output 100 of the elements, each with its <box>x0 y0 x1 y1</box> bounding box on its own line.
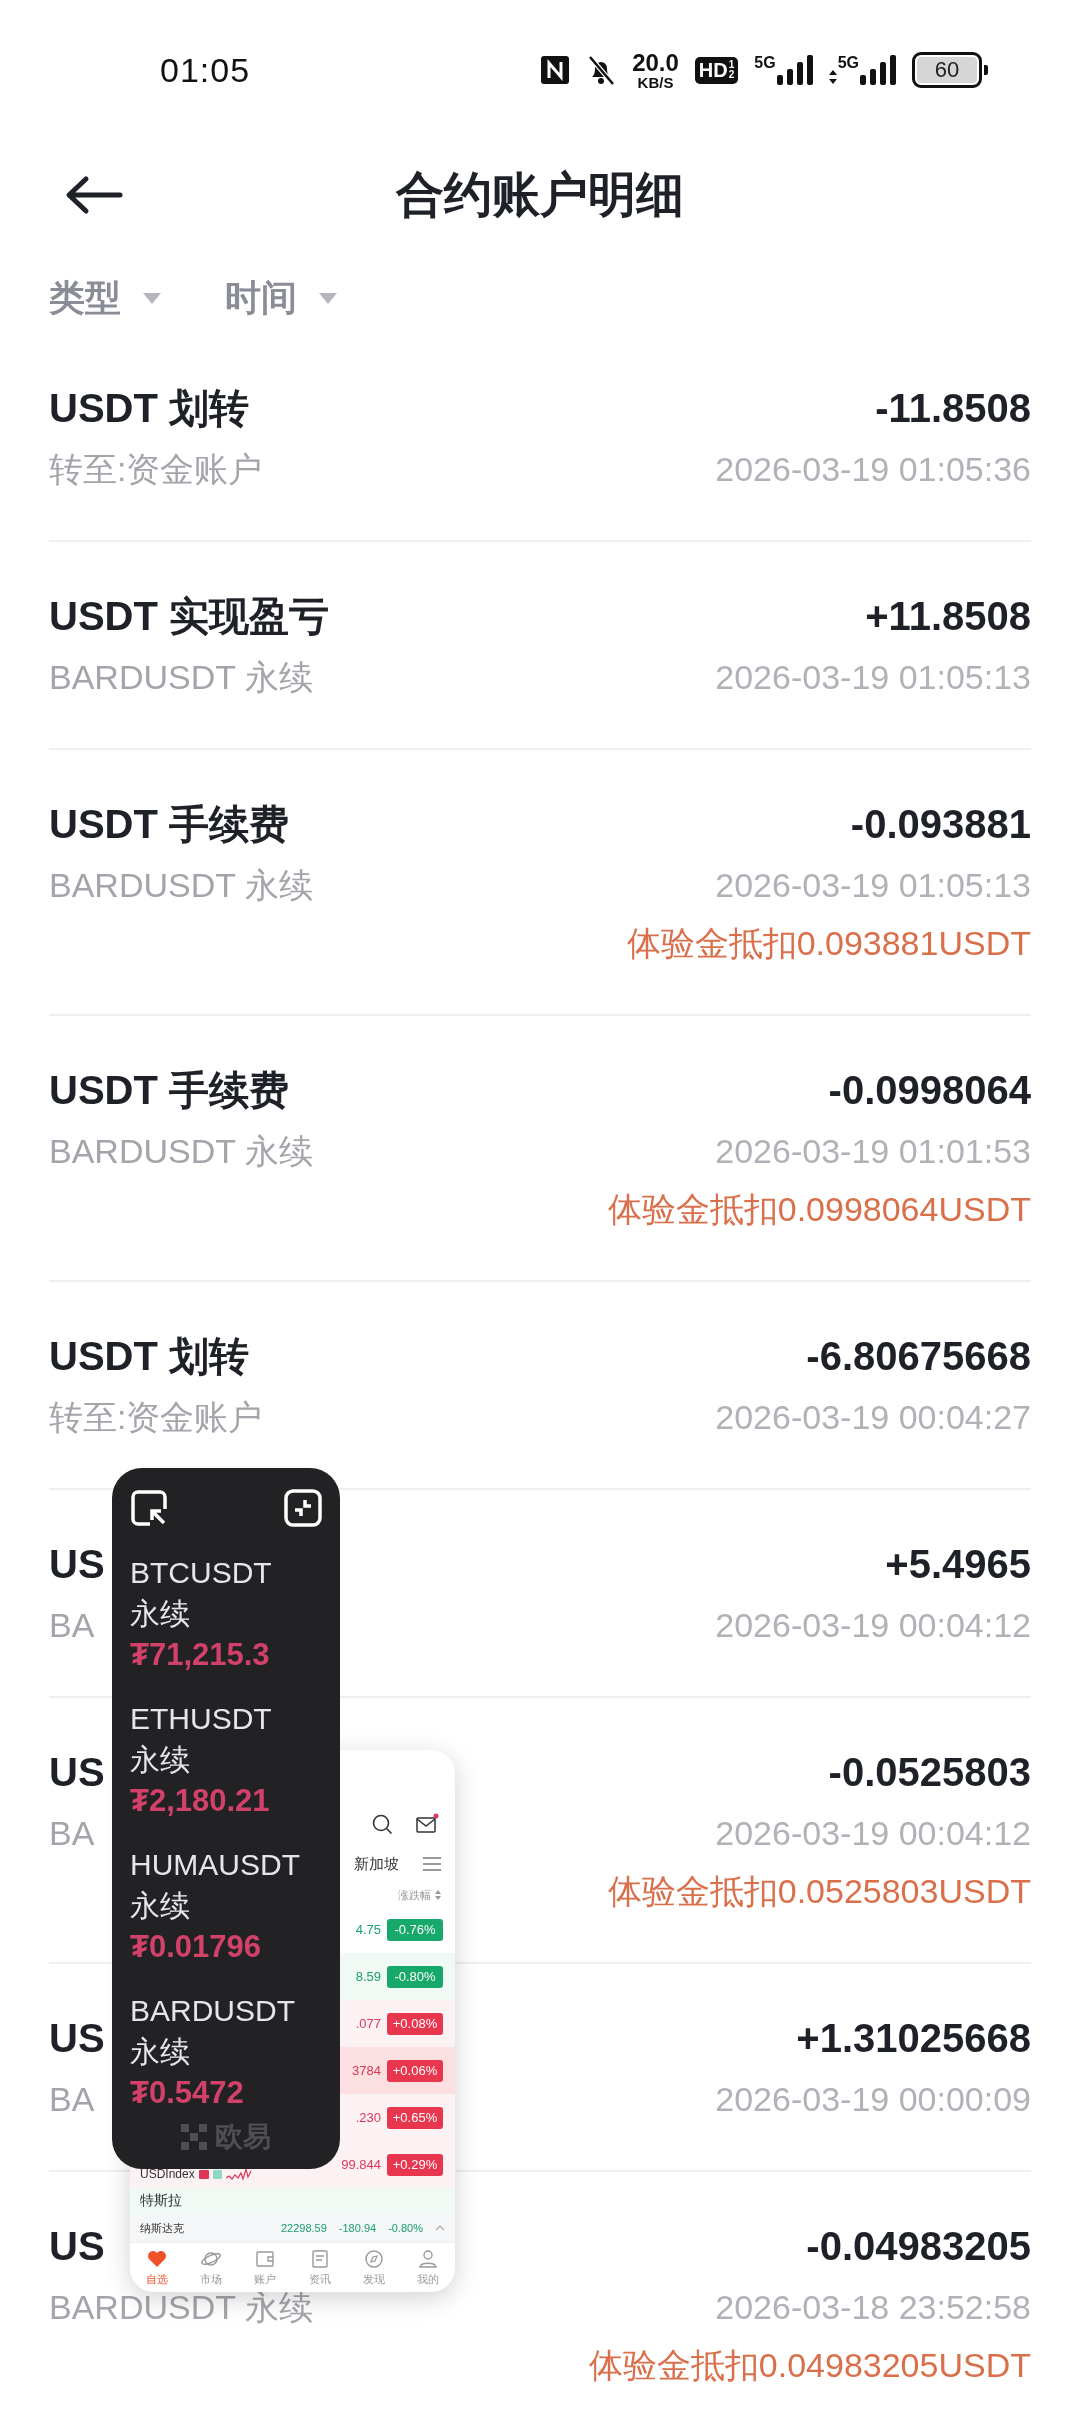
record-amount: -0.0998064 <box>828 1067 1031 1114</box>
heart-icon <box>146 2248 169 2270</box>
nfc-icon <box>540 55 571 85</box>
signal-icon <box>860 55 896 85</box>
battery-percent: 60 <box>917 57 977 83</box>
instrument-price: .077 <box>354 2016 381 2031</box>
clock: 01:05 <box>160 50 251 90</box>
speed-unit: KB/S <box>637 74 674 90</box>
network-speed: 20.0 <box>632 50 679 75</box>
record-time: 2026-03-19 00:00:09 <box>715 2079 1031 2120</box>
record-amount: -11.8508 <box>875 385 1031 432</box>
record-title: US <box>49 2223 105 2270</box>
deduction-note: 体验金抵扣0.0525803USDT <box>607 1871 1031 1912</box>
deduction-note: 体验金抵扣0.093881USDT <box>626 923 1031 964</box>
record-title: US <box>49 1541 105 1588</box>
filter-dropdown[interactable]: 类型 <box>49 276 161 320</box>
caret-down-icon <box>319 292 337 304</box>
signal-icon <box>776 55 813 85</box>
record-time: 2026-03-19 01:01:53 <box>715 1131 1031 1172</box>
pair-symbol: ETHUSDT <box>130 1701 273 1737</box>
record-amount: -6.80675668 <box>806 1333 1031 1380</box>
compass-icon <box>362 2248 385 2270</box>
nav-tab[interactable]: 账户 <box>254 2248 277 2287</box>
nav-tab[interactable]: 自选 <box>146 2248 169 2287</box>
index-percent: -0.80% <box>388 2222 423 2234</box>
menu-icon[interactable] <box>423 1856 441 1872</box>
column-header[interactable]: 涨跌幅 <box>398 1887 431 1903</box>
tag-icon <box>198 2169 209 2179</box>
region-tab[interactable]: 新加坡 <box>354 1854 399 1874</box>
record-title: USDT 实现盈亏 <box>49 593 329 640</box>
shrink-window-icon[interactable] <box>284 1489 322 1527</box>
deduction-note: 体验金抵扣0.0998064USDT <box>607 1189 1031 1230</box>
pair-price: ₮0.01796 <box>130 1928 262 1966</box>
record-title: US <box>49 2015 105 2062</box>
record-amount: -0.04983205 <box>806 2223 1031 2270</box>
change-badge: +0.65% <box>387 2106 443 2129</box>
search-icon[interactable] <box>371 1813 393 1835</box>
data-arrows-icon <box>828 69 837 85</box>
record-time: 2026-03-19 00:04:27 <box>715 1397 1031 1438</box>
record-amount: +1.31025668 <box>796 2015 1031 2062</box>
nav-tab[interactable]: 资讯 <box>308 2248 331 2287</box>
page-title: 合约账户明细 <box>396 168 684 221</box>
slot-number: 1 <box>728 60 735 70</box>
record-subtitle: BARDUSDT 永续 <box>49 657 313 698</box>
record-amount: +11.8508 <box>865 593 1031 640</box>
network-type: 5G <box>754 55 776 71</box>
hd-label: HD <box>698 58 728 82</box>
nav-tab[interactable]: 我的 <box>416 2248 439 2287</box>
deduction-note: 体验金抵扣0.04983205USDT <box>588 2345 1031 2386</box>
record-time: 2026-03-19 01:05:13 <box>715 657 1031 698</box>
network-type: 5G <box>837 55 859 71</box>
change-badge: +0.06% <box>387 2059 443 2082</box>
record-time: 2026-03-19 01:05:13 <box>715 865 1031 906</box>
bell-off-icon <box>586 54 617 86</box>
record-title: USDT 划转 <box>49 385 249 432</box>
record-time: 2026-03-18 23:52:58 <box>715 2287 1031 2328</box>
record-title: USDT 手续费 <box>49 801 289 848</box>
instrument-name: 特斯拉 <box>140 2192 182 2210</box>
instrument-price: 3784 <box>351 2063 381 2078</box>
pair-symbol: HUMAUSDT <box>130 1847 301 1883</box>
record-title: USDT 手续费 <box>49 1067 289 1114</box>
record-amount: -0.0525803 <box>828 1749 1031 1796</box>
filter-dropdown[interactable]: 时间 <box>225 276 337 320</box>
instrument-price: 99.844 <box>340 2157 381 2172</box>
caret-down-icon <box>143 292 161 304</box>
record-subtitle: BA <box>49 1813 95 1854</box>
record-subtitle: BARDUSDT 永续 <box>49 2287 313 2328</box>
index-value: 22298.59 <box>280 2222 327 2234</box>
instrument-price: 8.59 <box>354 1969 381 1984</box>
pair-symbol: BARDUSDT <box>130 1993 296 2029</box>
expand-window-icon[interactable] <box>130 1489 168 1527</box>
instrument-price: .230 <box>354 2110 381 2125</box>
person-icon <box>416 2248 439 2270</box>
sort-icon <box>435 1890 441 1900</box>
record-subtitle: BA <box>49 1605 95 1646</box>
back-arrow-icon[interactable] <box>64 175 124 215</box>
index-change: -180.94 <box>338 2222 377 2234</box>
instrument-price: 4.75 <box>354 1922 381 1937</box>
record-amount: +5.4965 <box>885 1541 1031 1588</box>
change-badge: +0.29% <box>387 2153 443 2176</box>
record-title: USDT 划转 <box>49 1333 249 1380</box>
contract-type: 永续 <box>130 2034 191 2070</box>
record-time: 2026-03-19 01:05:36 <box>715 449 1031 490</box>
checker-logo-icon <box>181 2124 207 2150</box>
record-title: US <box>49 1749 105 1796</box>
contract-type: 永续 <box>130 1888 191 1924</box>
record-time: 2026-03-19 00:04:12 <box>715 1605 1031 1646</box>
contract-type: 永续 <box>130 1596 191 1632</box>
slot-number: 2 <box>728 70 735 80</box>
record-subtitle: BARDUSDT 永续 <box>49 865 313 906</box>
nav-tab[interactable]: 发现 <box>362 2248 385 2287</box>
record-subtitle: BARDUSDT 永续 <box>49 1131 313 1172</box>
nav-tab[interactable]: 市场 <box>200 2248 223 2287</box>
record-time: 2026-03-19 00:04:12 <box>715 1813 1031 1854</box>
change-badge: -0.76% <box>387 1918 443 1941</box>
record-subtitle: 转至:资金账户 <box>49 449 263 490</box>
pair-price: ₮71,215.3 <box>130 1636 271 1674</box>
mail-icon[interactable] <box>415 1813 439 1835</box>
index-name: 纳斯达克 <box>140 2220 185 2236</box>
change-badge: +0.08% <box>387 2012 443 2035</box>
